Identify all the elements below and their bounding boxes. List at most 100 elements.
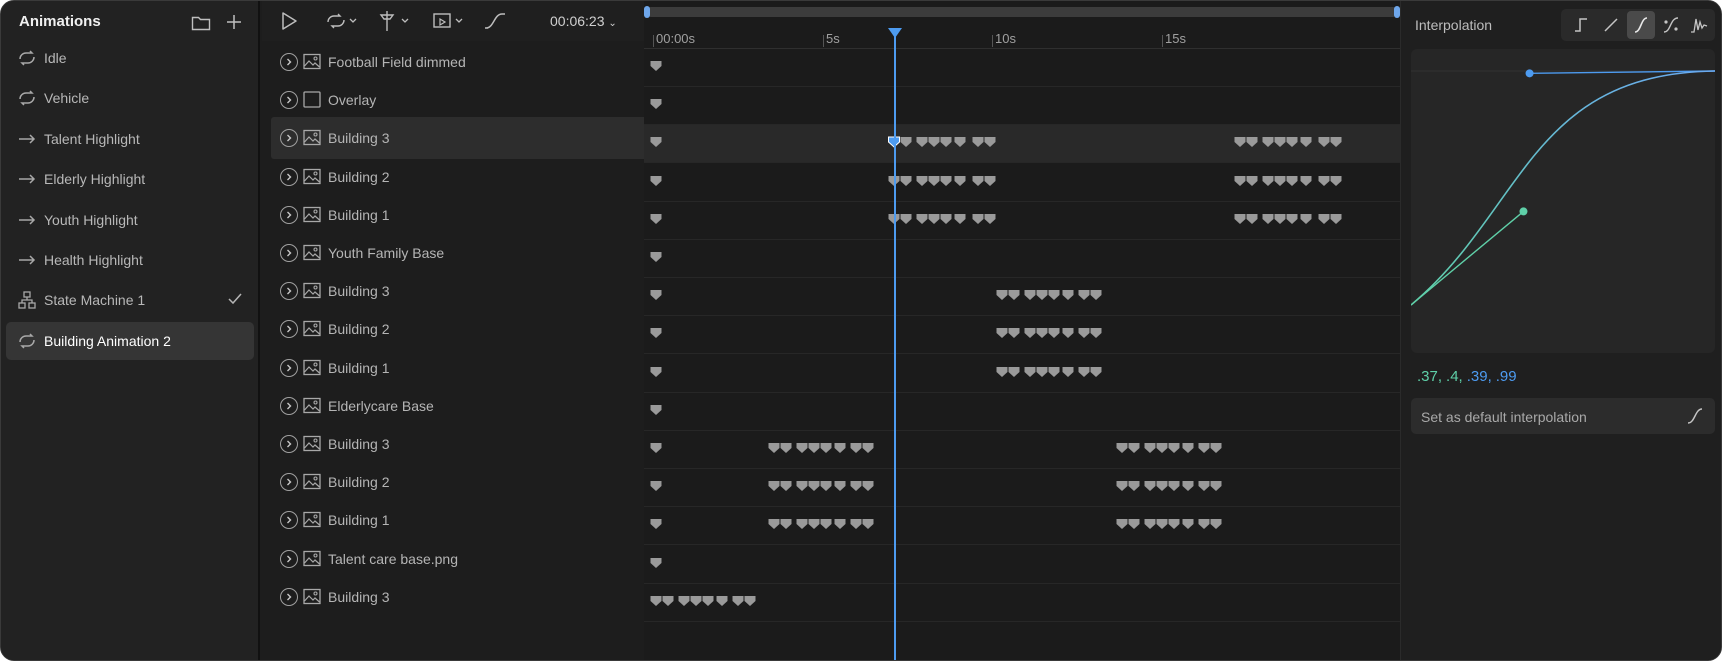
keyframe-marker[interactable] xyxy=(1008,290,1020,301)
keyframe-marker[interactable] xyxy=(1198,443,1210,453)
keyframe-marker[interactable] xyxy=(1330,137,1342,148)
keyframe-marker[interactable] xyxy=(1116,519,1128,530)
keyframe-marker[interactable] xyxy=(1318,137,1330,148)
layer-row[interactable]: Building 3 xyxy=(262,270,644,312)
keyframe-marker[interactable] xyxy=(820,519,832,530)
keyframe-marker[interactable] xyxy=(1036,366,1048,377)
bezier-handles-icon[interactable] xyxy=(1657,11,1685,39)
snap-mode-button[interactable] xyxy=(376,9,412,33)
keyframe-marker[interactable] xyxy=(650,557,662,568)
keyframe-marker[interactable] xyxy=(1286,213,1298,224)
keyframe-marker[interactable] xyxy=(1078,290,1090,301)
keyframe-marker[interactable] xyxy=(650,290,662,301)
animation-item[interactable]: Health Highlight xyxy=(6,241,254,279)
layer-row[interactable]: Football Field dimmed xyxy=(262,41,644,83)
keyframe-marker[interactable] xyxy=(1008,366,1020,377)
keyframe-marker[interactable] xyxy=(862,519,874,530)
keyframe-marker[interactable] xyxy=(1234,213,1246,224)
keyframe-marker[interactable] xyxy=(1300,175,1312,186)
expand-button[interactable] xyxy=(280,587,298,606)
keyframe-marker[interactable] xyxy=(940,137,952,148)
expand-button[interactable] xyxy=(280,282,298,301)
keyframe-marker[interactable] xyxy=(650,328,662,339)
keyframe-marker[interactable] xyxy=(1062,366,1074,377)
keyframe-marker[interactable] xyxy=(780,519,792,530)
keyframe-marker[interactable] xyxy=(650,99,662,110)
keyframe-marker[interactable] xyxy=(1246,137,1258,148)
control-handle-2[interactable] xyxy=(1525,69,1534,78)
keyframe-marker[interactable] xyxy=(1078,366,1090,377)
keyframe-marker[interactable] xyxy=(850,443,862,453)
layer-row[interactable]: Building 1 xyxy=(262,347,644,389)
keyframe-marker[interactable] xyxy=(916,175,928,186)
keyframe-marker[interactable] xyxy=(650,481,662,492)
keyframe-marker[interactable] xyxy=(1246,175,1258,186)
keyframe-marker[interactable] xyxy=(1156,481,1168,492)
time-ruler[interactable]: 00:00s 5s 10s 15s xyxy=(644,27,1400,49)
keyframe-marker[interactable] xyxy=(1116,443,1128,453)
keyframe-marker[interactable] xyxy=(1182,481,1194,492)
layer-row[interactable]: Building 3 xyxy=(262,423,644,465)
keyframe-marker[interactable] xyxy=(1062,328,1074,339)
keyframe-marker[interactable] xyxy=(1286,175,1298,186)
keyframe-marker[interactable] xyxy=(744,595,756,606)
layer-row[interactable]: Building 2 xyxy=(262,461,644,503)
keyframe-marker[interactable] xyxy=(1168,481,1180,492)
cubic-icon[interactable] xyxy=(1627,11,1655,39)
keyframe-marker[interactable] xyxy=(1330,213,1342,224)
keyframe-marker[interactable] xyxy=(850,519,862,530)
keyframe-marker[interactable] xyxy=(650,252,662,262)
keyframe-marker[interactable] xyxy=(1318,175,1330,186)
keyframe-marker[interactable] xyxy=(820,481,832,492)
keyframe-marker[interactable] xyxy=(900,175,912,186)
keyframe-marker[interactable] xyxy=(768,519,780,530)
keyframe-marker[interactable] xyxy=(780,481,792,492)
keyframe-marker[interactable] xyxy=(1262,213,1274,224)
keyframe-marker[interactable] xyxy=(1078,328,1090,339)
keyframe-marker[interactable] xyxy=(940,213,952,224)
keyframe-marker[interactable] xyxy=(972,175,984,186)
layer-row[interactable]: Building 1 xyxy=(262,499,644,541)
keyframe-marker[interactable] xyxy=(1090,290,1102,301)
keyframe-marker[interactable] xyxy=(702,595,714,606)
keyframe-marker[interactable] xyxy=(1330,175,1342,186)
keyframe-track[interactable] xyxy=(644,125,1400,164)
keyframe-marker[interactable] xyxy=(1274,213,1286,224)
keyframe-marker[interactable] xyxy=(862,443,874,453)
animation-item[interactable]: Building Animation 2 xyxy=(6,321,254,360)
keyframe-marker[interactable] xyxy=(1300,137,1312,148)
keyframe-marker[interactable] xyxy=(768,443,780,453)
layer-row[interactable]: Youth Family Base xyxy=(262,232,644,274)
current-time[interactable]: 00:06:23 ⌄ xyxy=(550,13,617,29)
keyframe-marker[interactable] xyxy=(1234,137,1246,148)
keyframe-marker[interactable] xyxy=(1156,443,1168,453)
keyframe-marker[interactable] xyxy=(954,175,966,186)
keyframe-marker[interactable] xyxy=(690,595,702,606)
keyframe-marker[interactable] xyxy=(1210,443,1222,453)
keyframe-marker[interactable] xyxy=(972,137,984,148)
keyframe-track[interactable] xyxy=(644,316,1400,355)
keyframe-marker[interactable] xyxy=(1274,175,1286,186)
animation-item[interactable]: Vehicle xyxy=(6,79,254,117)
layer-row[interactable]: Building 3 xyxy=(262,576,644,618)
keyframe-marker[interactable] xyxy=(1128,481,1140,492)
keyframe-marker[interactable] xyxy=(984,137,996,148)
keyframe-marker[interactable] xyxy=(1128,519,1140,530)
add-icon[interactable] xyxy=(223,11,245,33)
layer-row[interactable]: Building 1 xyxy=(262,194,644,236)
keyframe-marker[interactable] xyxy=(1036,328,1048,339)
keyframe-marker[interactable] xyxy=(1168,519,1180,530)
loop-mode-button[interactable] xyxy=(324,9,360,33)
expand-button[interactable] xyxy=(280,91,298,110)
keyframe-marker[interactable] xyxy=(984,175,996,186)
keyframe-marker[interactable] xyxy=(996,328,1008,339)
keyframe-marker[interactable] xyxy=(900,213,912,224)
keyframe-marker[interactable] xyxy=(732,595,744,606)
interpolation-curve-editor[interactable] xyxy=(1411,49,1715,353)
keyframe-marker[interactable] xyxy=(1182,519,1194,530)
keyframe-marker[interactable] xyxy=(996,290,1008,301)
keyframe-marker[interactable] xyxy=(650,61,662,71)
expand-button[interactable] xyxy=(280,129,298,148)
keyframe-marker[interactable] xyxy=(928,213,940,224)
keyframe-marker[interactable] xyxy=(650,137,662,148)
